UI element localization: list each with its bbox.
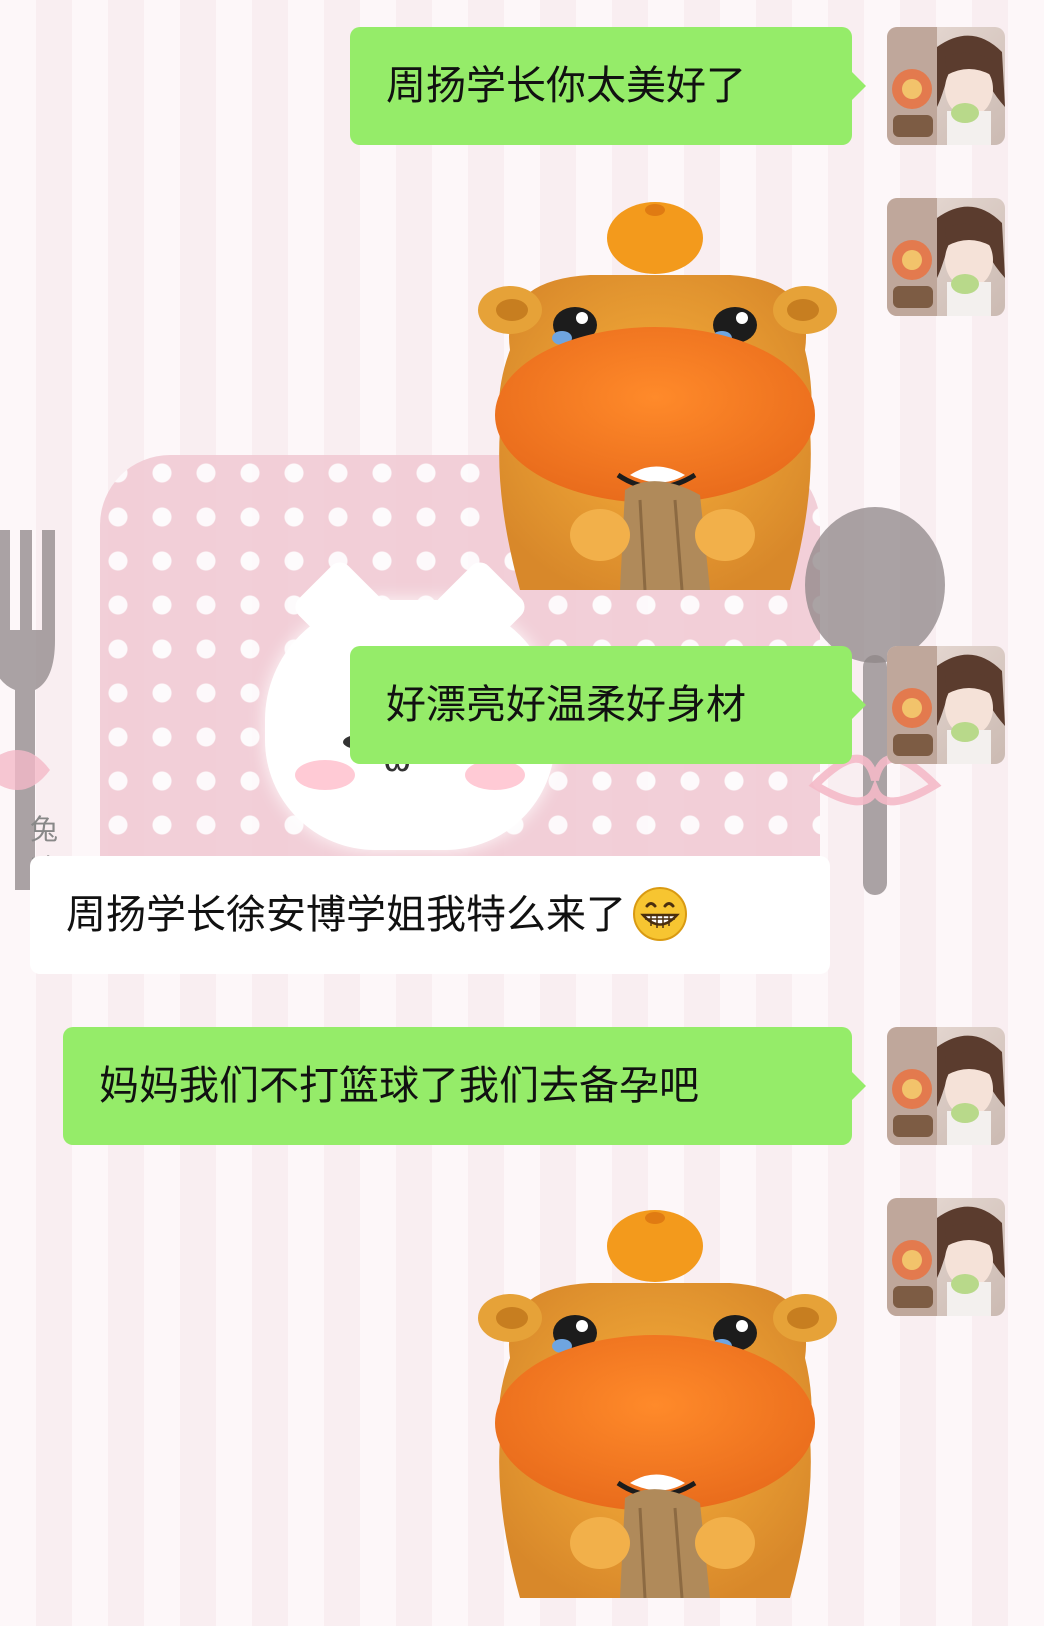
my-avatar[interactable] <box>887 27 1005 145</box>
cat-blush <box>295 760 355 790</box>
my-avatar[interactable] <box>887 1027 1005 1145</box>
avatar-photo <box>887 198 1005 316</box>
my-avatar[interactable] <box>887 198 1005 316</box>
grinning-face-emoji <box>633 887 687 941</box>
cat-blush <box>465 760 525 790</box>
outgoing-message-bubble[interactable]: 妈妈我们不打篮球了我们去备孕吧 <box>63 1027 866 1145</box>
outgoing-message-bubble[interactable]: 周扬学长你太美好了 <box>350 27 866 145</box>
incoming-message-bubble[interactable]: 周扬学长徐安博学姐我特么来了 <box>30 856 830 974</box>
outgoing-message-bubble[interactable]: 好漂亮好温柔好身材 <box>350 646 866 764</box>
avatar-photo <box>887 1198 1005 1316</box>
crying-capybara-sticker[interactable] <box>470 1208 845 1598</box>
avatar-photo <box>887 27 1005 145</box>
crying-capybara-sticker[interactable] <box>470 200 845 590</box>
my-avatar[interactable] <box>887 646 1005 764</box>
my-avatar[interactable] <box>887 1198 1005 1316</box>
incoming-message-text: 周扬学长徐安博学姐我特么来了 <box>66 892 626 938</box>
avatar-photo <box>887 646 1005 764</box>
avatar-photo <box>887 1027 1005 1145</box>
